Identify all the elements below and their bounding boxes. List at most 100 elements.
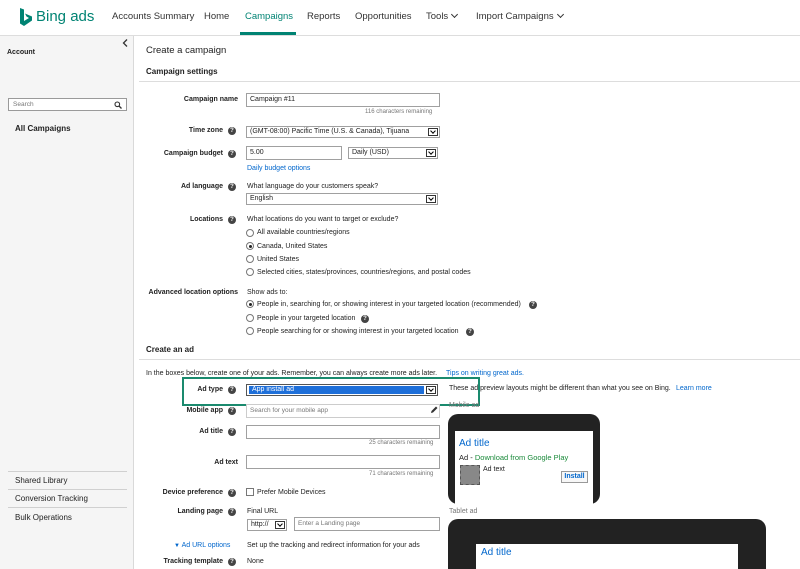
mobile-app-placeholder: Search for your mobile app — [250, 407, 329, 414]
help-icon[interactable]: ? — [529, 301, 537, 309]
chevron-down-icon — [426, 386, 436, 394]
nav-accounts-summary[interactable]: Accounts Summary — [112, 11, 194, 22]
expand-caret-icon: ▼ — [174, 543, 182, 549]
adv-option-interest: People searching for or showing interest… — [257, 328, 459, 335]
location-radio-all[interactable] — [246, 229, 254, 237]
help-icon[interactable]: ? — [228, 150, 236, 158]
tablet-ad-label: Tablet ad — [449, 508, 478, 515]
sidebar-divider — [8, 489, 127, 490]
nav-opportunities[interactable]: Opportunities — [355, 11, 412, 22]
nav-import-campaigns[interactable]: Import Campaigns — [476, 10, 564, 22]
location-radio-us[interactable] — [246, 255, 254, 263]
tablet-ad-title: Ad title — [481, 547, 512, 558]
prefer-mobile-label: Prefer Mobile Devices — [257, 489, 326, 496]
timezone-select[interactable]: (GMT-08:00) Pacific Time (U.S. & Canada)… — [246, 126, 440, 138]
nav-tools-label: Tools — [426, 11, 449, 22]
preview-ad-prefix: Ad — [459, 453, 469, 462]
prefer-mobile-checkbox[interactable] — [246, 488, 254, 496]
search-icon[interactable] — [114, 101, 122, 109]
timezone-value: (GMT-08:00) Pacific Time (U.S. & Canada)… — [250, 128, 410, 135]
nav-import-label: Import Campaigns — [476, 11, 554, 22]
chevron-left-icon[interactable] — [122, 39, 128, 47]
create-ad-intro: In the boxes below, create one of your a… — [146, 370, 438, 377]
adv-radio-recommended[interactable] — [246, 300, 254, 308]
sidebar-divider — [8, 507, 127, 508]
preview-ad-text: Ad text — [483, 466, 505, 473]
tips-link[interactable]: Tips on writing great ads. — [446, 370, 524, 377]
help-icon[interactable]: ? — [228, 428, 236, 436]
budget-type-value: Daily (USD) — [352, 149, 389, 156]
budget-input[interactable]: 5.00 — [246, 146, 342, 160]
nav-reports[interactable]: Reports — [307, 11, 340, 22]
daily-budget-options-link[interactable]: Daily budget options — [247, 165, 310, 172]
final-url-label: Final URL — [247, 508, 279, 515]
location-radio-canada-us[interactable] — [246, 242, 254, 250]
budget-type-select[interactable]: Daily (USD) — [348, 147, 438, 159]
protocol-select[interactable]: http:// — [247, 519, 287, 531]
sidebar-shared-library[interactable]: Shared Library — [15, 476, 67, 485]
help-icon[interactable]: ? — [361, 315, 369, 323]
ad-language-value: English — [250, 195, 273, 202]
location-option-canada-us: Canada, United States — [257, 243, 328, 250]
adv-option-recommended: People in, searching for, or showing int… — [257, 301, 521, 308]
chevron-down-icon — [556, 10, 564, 19]
help-icon[interactable]: ? — [466, 328, 474, 336]
top-navigation: Bing ads Accounts Summary Home Campaigns… — [0, 0, 800, 36]
help-icon[interactable]: ? — [228, 558, 236, 566]
learn-more-link[interactable]: Learn more — [676, 385, 712, 392]
search-placeholder: Search — [13, 101, 34, 108]
app-icon-placeholder — [460, 465, 480, 485]
nav-home[interactable]: Home — [204, 11, 229, 22]
help-icon[interactable]: ? — [228, 127, 236, 135]
chevron-down-icon — [426, 195, 436, 203]
adv-radio-in-location[interactable] — [246, 314, 254, 322]
landing-page-label: Landing page — [177, 508, 224, 515]
preview-ad-title: Ad title — [459, 438, 490, 449]
ad-type-label: Ad type — [197, 386, 223, 393]
campaign-name-value: Campaign #11 — [250, 96, 296, 103]
preview-ad-download: Download from Google Play — [474, 453, 569, 462]
sidebar-conversion-tracking[interactable]: Conversion Tracking — [15, 494, 88, 503]
ad-language-select[interactable]: English — [246, 193, 438, 205]
help-icon[interactable]: ? — [228, 407, 236, 415]
ad-text-input[interactable] — [246, 455, 440, 469]
campaign-name-input[interactable]: Campaign #11 — [246, 93, 440, 107]
pencil-icon[interactable] — [430, 406, 438, 414]
ad-type-select[interactable]: App install ad — [246, 384, 438, 396]
bing-logo-icon — [20, 8, 32, 26]
create-ad-heading: Create an ad — [146, 345, 195, 354]
locations-label: Locations — [189, 216, 223, 223]
preview-ad-subline: Ad - Download from Google Play — [459, 453, 569, 462]
ad-title-input[interactable] — [246, 425, 440, 439]
mobile-app-search-input[interactable]: Search for your mobile app — [246, 404, 440, 418]
adv-radio-interest[interactable] — [246, 327, 254, 335]
brand-name[interactable]: Bing ads — [36, 8, 94, 25]
location-radio-selected[interactable] — [246, 268, 254, 276]
active-tab-indicator — [240, 32, 296, 35]
advanced-location-label: Advanced location options — [148, 289, 238, 296]
tablet-frame: Ad title — [448, 519, 766, 569]
ad-text-label: Ad text — [214, 459, 238, 466]
preview-install-button: Install — [561, 471, 588, 483]
sidebar-bulk-operations[interactable]: Bulk Operations — [15, 513, 72, 522]
help-icon[interactable]: ? — [228, 508, 236, 516]
sidebar-all-campaigns[interactable]: All Campaigns — [15, 124, 71, 133]
help-icon[interactable]: ? — [228, 489, 236, 497]
ad-text-remaining: 71 characters remaining — [369, 471, 434, 477]
locations-question: What locations do you want to target or … — [247, 216, 399, 223]
mobile-ad-label: Mobile ad — [449, 402, 480, 409]
sidebar-divider — [8, 471, 127, 472]
nav-campaigns[interactable]: Campaigns — [245, 11, 293, 22]
ad-title-label: Ad title — [199, 428, 223, 435]
sidebar-search-input[interactable]: Search — [8, 98, 127, 111]
section-divider — [139, 81, 800, 82]
help-icon[interactable]: ? — [228, 183, 236, 191]
help-icon[interactable]: ? — [228, 216, 236, 224]
nav-tools[interactable]: Tools — [426, 10, 459, 22]
landing-page-input[interactable]: Enter a Landing page — [294, 517, 440, 531]
mobile-app-label: Mobile app — [186, 407, 223, 414]
mobile-phone-frame: Ad title Ad - Download from Google Play … — [448, 414, 600, 504]
help-icon[interactable]: ? — [228, 386, 236, 394]
campaign-name-label: Campaign name — [183, 96, 238, 103]
ad-url-options-toggle[interactable]: ▼ Ad URL options — [174, 542, 230, 549]
